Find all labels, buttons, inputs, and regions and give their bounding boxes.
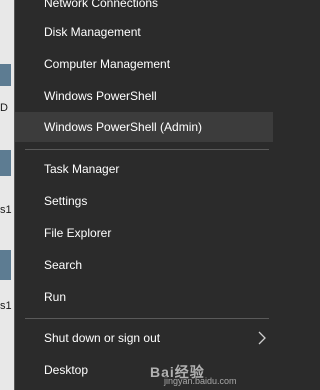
menu-item-file-explorer[interactable]: File Explorer: [15, 218, 273, 248]
menu-item-label: Desktop: [44, 363, 89, 377]
menu-item-run[interactable]: Run: [15, 282, 273, 312]
desktop-icon[interactable]: [0, 150, 11, 176]
menu-item-label: Computer Management: [44, 57, 171, 71]
menu-item-network-connections[interactable]: Network Connections: [15, 0, 273, 18]
chevron-right-icon: [258, 331, 266, 345]
menu-separator: [25, 318, 269, 319]
menu-item-computer-management[interactable]: Computer Management: [15, 49, 273, 79]
desktop-icon[interactable]: [0, 250, 11, 280]
desktop-icon-label: D: [0, 102, 8, 114]
menu-item-settings[interactable]: Settings: [15, 186, 273, 216]
menu-item-windows-powershell[interactable]: Windows PowerShell: [15, 81, 273, 111]
menu-item-label: Network Connections: [44, 0, 159, 10]
menu-item-label: Windows PowerShell (Admin): [44, 120, 203, 134]
desktop-icon[interactable]: [0, 64, 11, 86]
menu-item-windows-powershell-admin[interactable]: Windows PowerShell (Admin): [15, 112, 273, 142]
desktop-icon-label: s1: [0, 204, 12, 216]
menu-item-label: File Explorer: [44, 226, 112, 240]
menu-item-label: Run: [44, 290, 67, 304]
menu-item-label: Disk Management: [44, 25, 141, 39]
menu-item-label: Windows PowerShell: [44, 89, 157, 103]
quick-link-menu: Network Connections Disk Management Comp…: [14, 0, 274, 390]
desktop-icon-label: s1: [0, 300, 12, 312]
desktop-edge: D s1 s1: [0, 0, 14, 390]
menu-item-label: Settings: [44, 194, 88, 208]
menu-separator: [25, 149, 269, 150]
menu-item-label: Search: [44, 258, 83, 272]
menu-item-label: Shut down or sign out: [44, 331, 161, 345]
menu-item-label: Task Manager: [44, 162, 120, 176]
menu-item-search[interactable]: Search: [15, 250, 273, 280]
watermark-url: jingyan.baidu.com: [164, 376, 237, 386]
menu-item-disk-management[interactable]: Disk Management: [15, 17, 273, 47]
menu-item-task-manager[interactable]: Task Manager: [15, 154, 273, 184]
menu-item-shut-down-or-sign-out[interactable]: Shut down or sign out: [15, 323, 273, 353]
watermark: Bai经验 jingyan.baidu.com: [150, 362, 270, 388]
